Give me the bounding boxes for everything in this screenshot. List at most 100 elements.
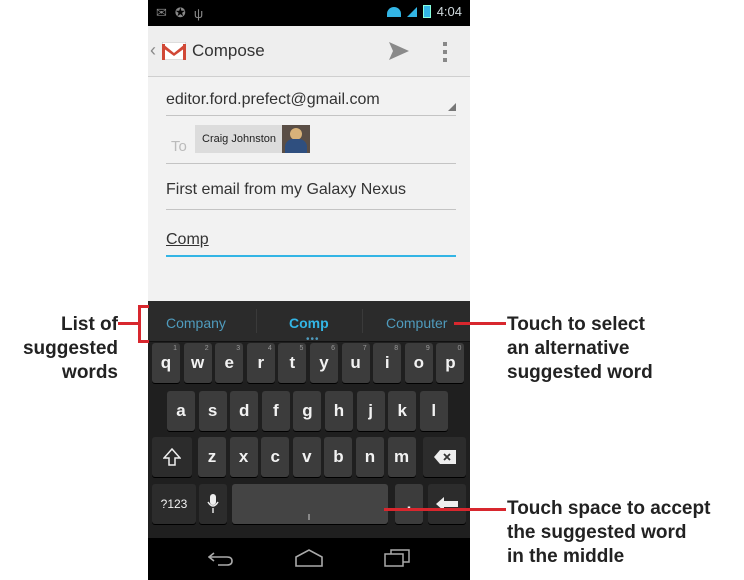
annotation-line: suggested word xyxy=(507,362,653,383)
clock: 4:04 xyxy=(436,4,462,19)
microphone-key[interactable] xyxy=(199,484,227,524)
enter-key[interactable] xyxy=(428,484,466,524)
key-label: s xyxy=(207,401,218,420)
key-w[interactable]: w2 xyxy=(183,343,212,383)
send-icon[interactable] xyxy=(389,42,409,60)
notification-icons: ✉ ✪ ψ xyxy=(156,5,203,21)
divider xyxy=(166,209,456,210)
key-label: r xyxy=(257,353,265,372)
suggestion-left[interactable]: Company xyxy=(166,315,226,331)
key-d[interactable]: d xyxy=(230,391,259,431)
key-r[interactable]: r4 xyxy=(246,343,275,383)
microphone-icon xyxy=(207,494,219,513)
key-k[interactable]: k xyxy=(388,391,417,431)
shift-key[interactable] xyxy=(152,437,192,477)
key-hint: 6 xyxy=(331,345,335,352)
key-label: t xyxy=(289,353,296,372)
period-key[interactable]: . xyxy=(395,484,423,524)
key-label: d xyxy=(238,401,250,420)
key-o[interactable]: o9 xyxy=(404,343,433,383)
recipient-chip[interactable]: Craig Johnston xyxy=(195,125,310,153)
key-b[interactable]: b xyxy=(324,437,353,477)
annotation-line: List of xyxy=(61,314,118,335)
recipient-avatar xyxy=(282,125,310,153)
signal-icon xyxy=(406,6,417,17)
key-t[interactable]: t5 xyxy=(278,343,307,383)
spinner-arrow-icon xyxy=(448,103,456,111)
callout-bracket xyxy=(138,305,149,343)
key-m[interactable]: m xyxy=(387,437,416,477)
recipient-name: Craig Johnston xyxy=(202,133,276,145)
symbols-key[interactable]: ?123 xyxy=(152,484,196,524)
key-a[interactable]: a xyxy=(167,391,195,431)
to-label: To xyxy=(171,138,187,155)
battery-icon xyxy=(422,5,431,18)
usb-icon: ψ xyxy=(193,5,204,21)
key-p[interactable]: p0 xyxy=(436,343,465,383)
key-label: u xyxy=(350,353,361,372)
key-hint: 7 xyxy=(362,345,367,352)
key-f[interactable]: f xyxy=(261,391,290,431)
status-bar: ✉ ✪ ψ 4:04 xyxy=(148,0,470,26)
key-x[interactable]: x xyxy=(229,437,258,477)
key-label: h xyxy=(333,401,345,420)
key-g[interactable]: g xyxy=(293,391,322,431)
key-hint: 3 xyxy=(236,345,241,352)
home-icon[interactable] xyxy=(294,549,324,567)
navigation-bar xyxy=(148,538,470,580)
key-label: n xyxy=(364,447,376,466)
key-hint: 2 xyxy=(204,345,209,352)
shift-arrow-icon xyxy=(163,448,181,466)
key-j[interactable]: j xyxy=(356,391,385,431)
android-notification-icon: ✪ xyxy=(174,5,186,20)
up-navigation-icon[interactable]: ‹ xyxy=(150,40,156,61)
body-field[interactable]: Comp xyxy=(166,231,456,249)
key-label: j xyxy=(368,401,373,420)
gmail-logo-icon[interactable] xyxy=(162,42,186,60)
annotation-right-top: Touch to select an alternative suggested… xyxy=(507,313,653,385)
callout-connector xyxy=(118,322,138,325)
back-icon[interactable] xyxy=(208,551,234,567)
key-h[interactable]: h xyxy=(325,391,353,431)
key-label: z xyxy=(207,447,217,466)
annotation-left-text: List of suggested words xyxy=(0,313,118,385)
key-hint: 4 xyxy=(267,345,272,352)
space-bar[interactable] xyxy=(232,484,388,524)
key-u[interactable]: u7 xyxy=(341,343,370,383)
suggestion-strip: Company Comp ••• Computer xyxy=(148,301,470,345)
key-z[interactable]: z xyxy=(198,437,226,477)
subject-field[interactable]: First email from my Galaxy Nexus xyxy=(166,181,456,199)
key-c[interactable]: c xyxy=(261,437,290,477)
recent-apps-icon[interactable] xyxy=(384,549,410,567)
annotation-line: words xyxy=(62,362,118,383)
key-label: a xyxy=(176,401,186,420)
from-account-spinner[interactable]: editor.ford.prefect@gmail.com xyxy=(166,91,456,109)
overflow-menu-icon[interactable] xyxy=(443,42,447,62)
wifi-icon xyxy=(386,6,401,17)
key-hint: 8 xyxy=(394,345,399,352)
suggestion-right[interactable]: Computer xyxy=(386,315,447,331)
divider xyxy=(256,309,257,333)
system-icons: 4:04 xyxy=(386,4,462,19)
key-label: y xyxy=(319,353,329,372)
key-label: b xyxy=(333,447,344,466)
suggestion-middle[interactable]: Comp xyxy=(289,315,329,331)
key-label: e xyxy=(224,353,234,372)
key-n[interactable]: n xyxy=(356,437,384,477)
key-s[interactable]: s xyxy=(198,391,227,431)
key-label: q xyxy=(160,353,172,372)
space-marker xyxy=(308,514,310,520)
key-y[interactable]: y6 xyxy=(310,343,338,383)
key-label: k xyxy=(397,401,407,420)
key-i[interactable]: i8 xyxy=(373,343,402,383)
key-q[interactable]: q1 xyxy=(152,343,180,383)
annotation-line: Touch to select xyxy=(507,314,645,335)
annotation-line: the suggested word xyxy=(507,522,687,543)
key-e[interactable]: e3 xyxy=(215,343,244,383)
backspace-key[interactable] xyxy=(423,437,466,477)
key-v[interactable]: v xyxy=(292,437,321,477)
key-l[interactable]: l xyxy=(419,391,448,431)
key-label: m xyxy=(394,447,410,466)
key-label: v xyxy=(302,447,312,466)
annotation-line: an alternative xyxy=(507,338,630,359)
